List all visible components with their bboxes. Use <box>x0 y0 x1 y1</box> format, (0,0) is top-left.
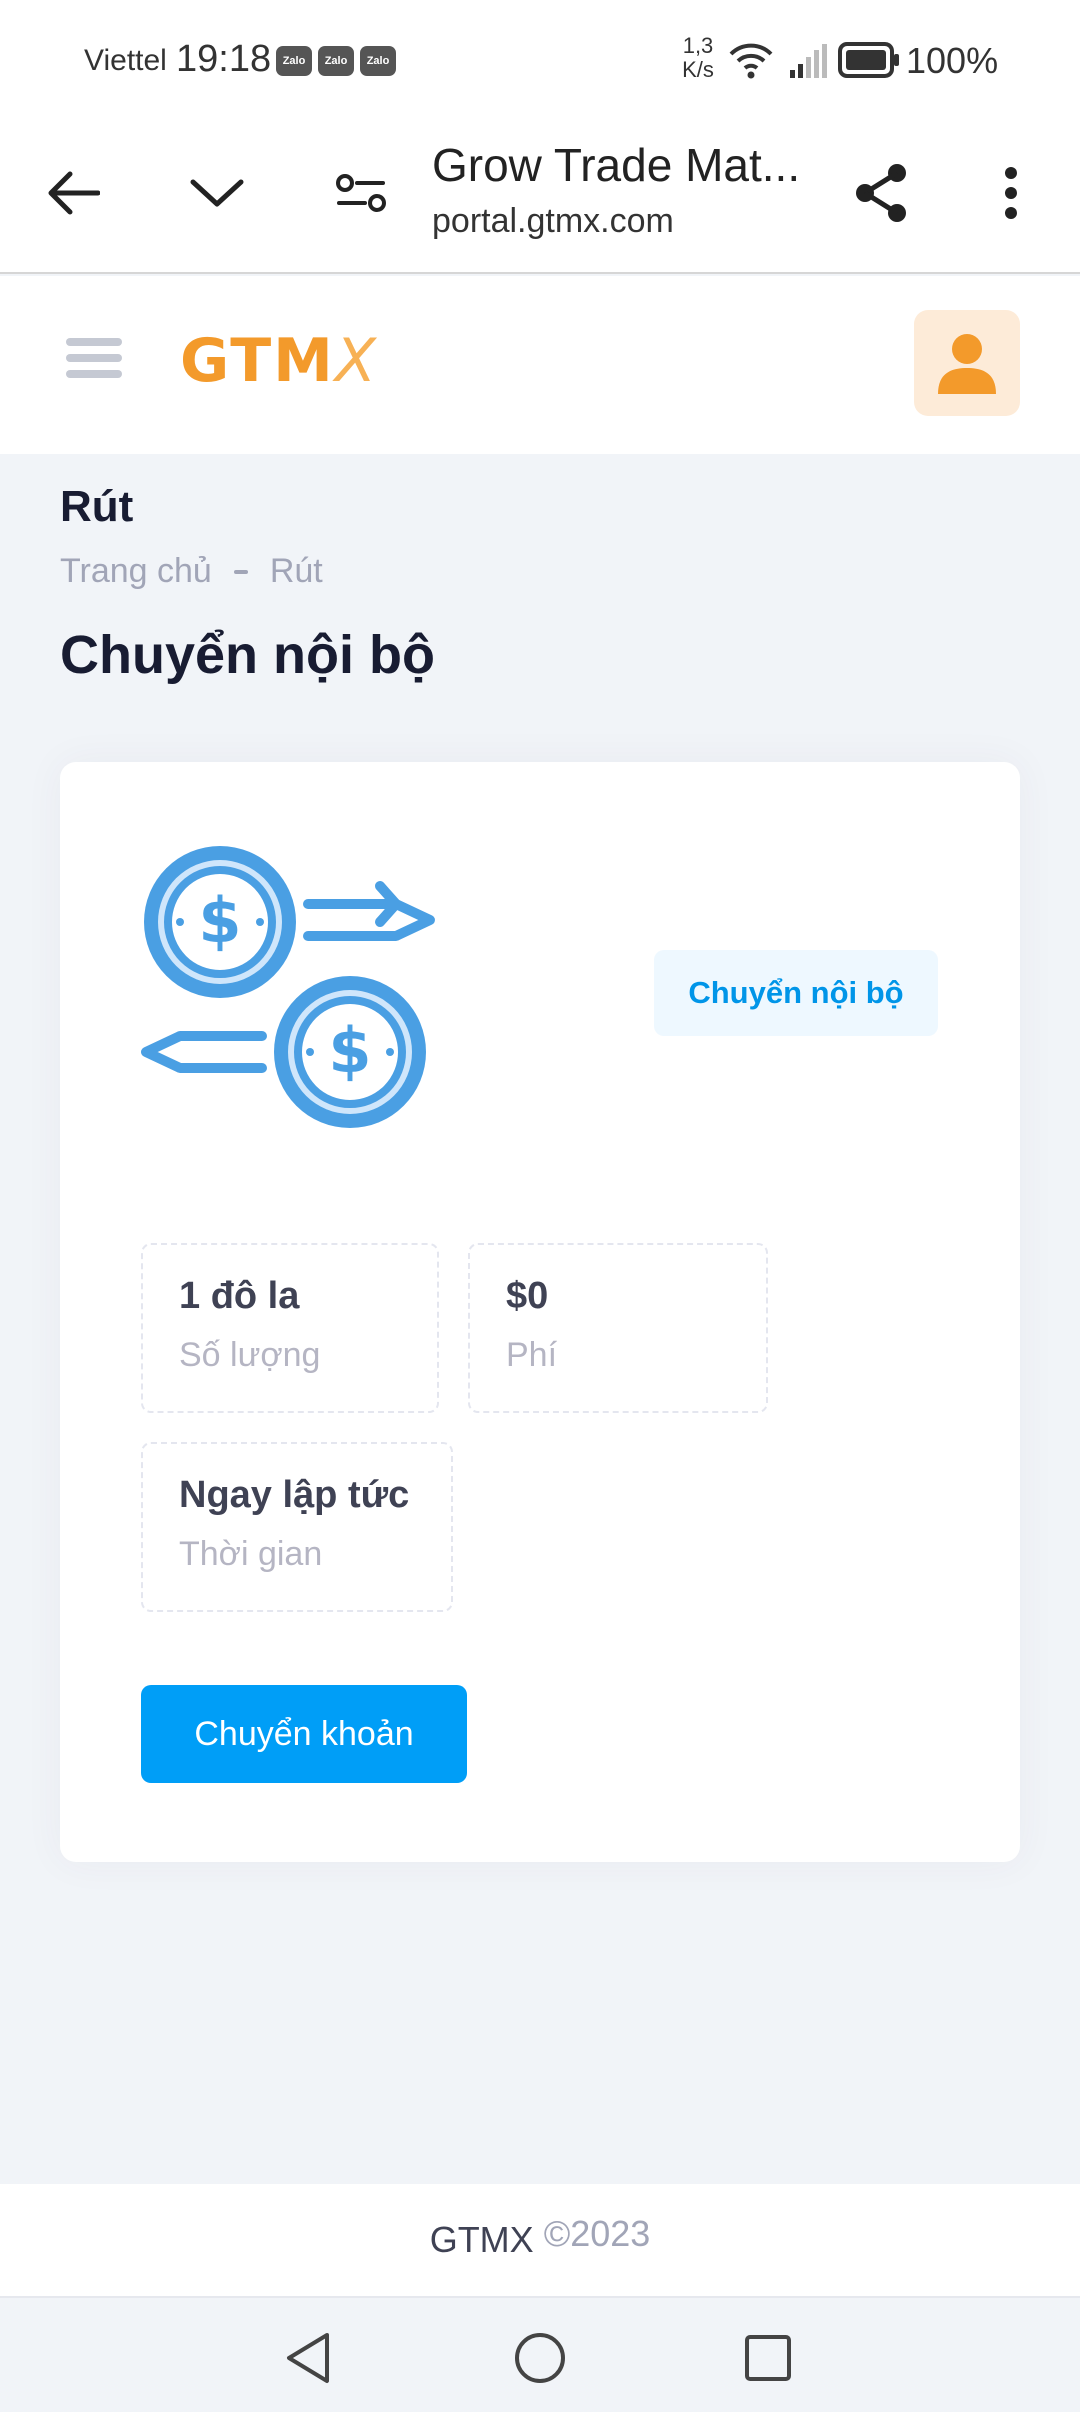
breadcrumb-separator <box>233 569 248 574</box>
battery-icon <box>838 42 899 78</box>
nav-back-icon[interactable] <box>276 2326 340 2390</box>
stat-fee: $0 Phí <box>468 1243 768 1413</box>
money-transfer-icon: $ $ <box>141 846 435 1128</box>
menu-icon[interactable] <box>66 338 122 390</box>
network-speed: 1,3 K/s <box>676 34 720 82</box>
site-header: GTMX <box>0 276 1080 454</box>
logo-x: X <box>334 326 378 396</box>
zalo-notification-icon: Zalo <box>276 46 312 76</box>
svg-text:$: $ <box>328 1014 371 1087</box>
system-nav-bar <box>0 2296 1080 2412</box>
carrier-name: Viettel <box>84 44 167 77</box>
zalo-notification-icon: Zalo <box>360 46 396 76</box>
battery-level: 100% <box>906 40 999 81</box>
page-tab-title: Grow Trade Mat... <box>432 139 801 191</box>
section-title: Chuyển nội bộ <box>60 625 435 685</box>
breadcrumb: Trang chủ Rút <box>60 552 323 591</box>
stat-label: Số lượng <box>179 1336 321 1374</box>
stat-label: Phí <box>506 1336 558 1374</box>
breadcrumb-home[interactable]: Trang chủ <box>60 552 212 591</box>
footer-brand[interactable]: GTMX <box>430 2219 534 2261</box>
page-title: Rút <box>60 482 134 531</box>
user-avatar-button[interactable] <box>914 310 1020 416</box>
nav-recents-icon[interactable] <box>736 2326 800 2390</box>
stat-value: $0 <box>506 1275 549 1317</box>
stat-time: Ngay lập tức Thời gian <box>141 1442 453 1612</box>
share-icon[interactable] <box>846 158 916 228</box>
stat-amount: 1 đô la Số lượng <box>141 1243 439 1413</box>
more-vert-icon[interactable] <box>976 158 1046 228</box>
logo-text: GTM <box>180 326 335 396</box>
user-icon <box>938 334 996 394</box>
status-bar: Viettel 19:18 Zalo Zalo Zalo 1,3 K/s 100… <box>0 0 1080 120</box>
stat-value: 1 đô la <box>179 1275 300 1317</box>
site-settings-icon[interactable] <box>326 158 396 228</box>
wifi-icon <box>729 43 773 79</box>
back-arrow-icon[interactable] <box>38 158 108 228</box>
clock: 19:18 <box>176 38 272 80</box>
transfer-type-badge: Chuyển nội bộ <box>654 950 938 1036</box>
signal-icon <box>790 44 827 78</box>
chevron-down-icon[interactable] <box>182 158 252 228</box>
nav-home-icon[interactable] <box>508 2326 572 2390</box>
stat-value: Ngay lập tức <box>179 1474 410 1516</box>
network-speed-unit: K/s <box>682 57 714 82</box>
transfer-button[interactable]: Chuyển khoản <box>141 1685 467 1783</box>
url-bar[interactable]: portal.gtmx.com <box>432 202 674 241</box>
stat-label: Thời gian <box>179 1535 323 1573</box>
browser-toolbar: Grow Trade Mat... portal.gtmx.com <box>0 120 1080 274</box>
svg-text:$: $ <box>198 884 241 957</box>
transfer-card: $ $ Chuyển nội bộ 1 đô la Số lượng $0 Ph… <box>60 762 1020 1862</box>
network-speed-value: 1,3 <box>682 33 714 58</box>
zalo-notification-icon: Zalo <box>318 46 354 76</box>
page-footer: GTMX ©2023 <box>0 2184 1080 2296</box>
footer-copyright: ©2023 <box>543 2213 651 2254</box>
breadcrumb-current: Rút <box>269 552 323 590</box>
gtmx-logo[interactable]: GTMX <box>180 326 378 396</box>
